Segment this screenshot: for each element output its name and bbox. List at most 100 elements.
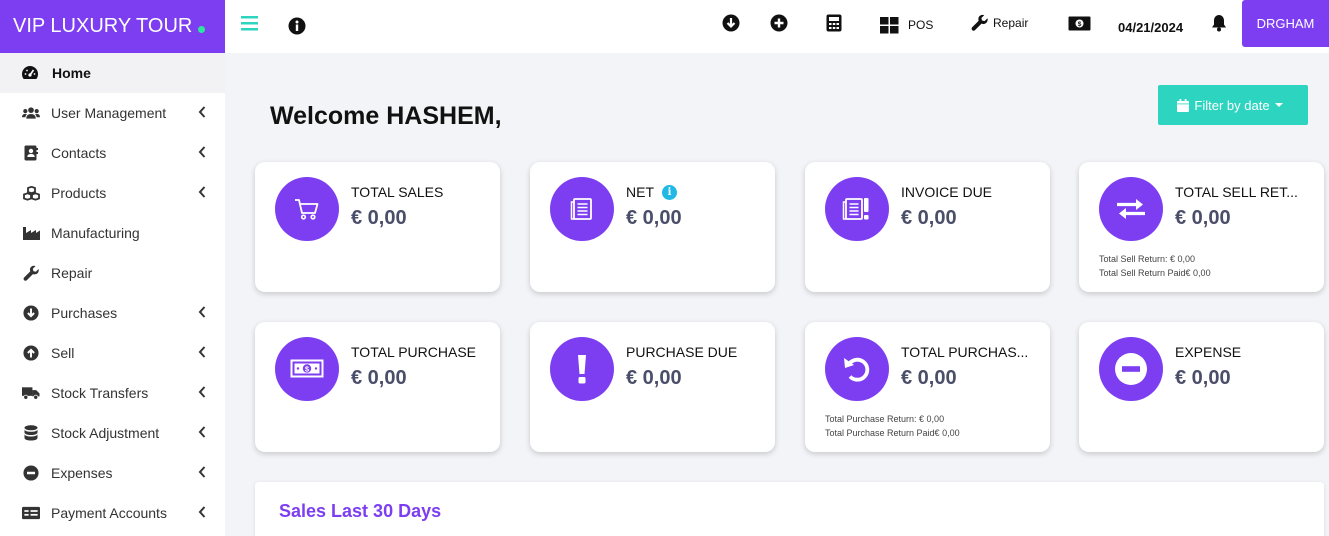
card-value: € 0,00: [1175, 207, 1231, 229]
current-date: 04/21/2024: [1118, 19, 1184, 35]
svg-text:$: $: [1078, 21, 1082, 28]
sidebar-item-label: Contacts: [51, 145, 107, 161]
page-title: Welcome HASHEM,: [270, 102, 502, 130]
sidebar-item-label: User Management: [51, 105, 167, 121]
card-value: € 0,00: [626, 207, 682, 229]
sidebar-item-payment-accounts[interactable]: Payment Accounts: [0, 493, 225, 533]
sales-chart-panel: Sales Last 30 Days: [255, 482, 1324, 536]
card-title: INVOICE DUE: [901, 184, 993, 200]
brand-logo[interactable]: VIP LUXURY TOUR: [0, 0, 225, 53]
chevron-left-icon: [198, 506, 206, 518]
card-title: TOTAL SELL RET...: [1175, 184, 1298, 200]
sidebar-item-label: Payment Accounts: [51, 505, 167, 521]
sidebar-item-home[interactable]: Home: [0, 53, 225, 93]
minus-circle-icon: [22, 464, 40, 482]
online-dot: [198, 26, 206, 33]
filter-label: Filter by date: [1194, 97, 1270, 113]
card-note: Total Purchase Return: € 0,00: [825, 414, 945, 424]
sidebar: Home User Management Contacts Products M…: [0, 53, 225, 536]
sidebar-item-label: Repair: [51, 265, 93, 281]
sidebar-item-label: Sell: [51, 345, 75, 361]
plus-circle-icon[interactable]: [770, 0, 788, 46]
card-title-row: NET i: [626, 184, 677, 200]
bell-icon[interactable]: [1211, 0, 1227, 46]
repair-button[interactable]: Repair: [971, 0, 1028, 46]
chevron-left-icon: [198, 146, 206, 158]
stat-card-total-purchase-return: TOTAL PURCHAS... € 0,00 Total Purchase R…: [805, 322, 1050, 452]
repair-label: Repair: [993, 16, 1029, 30]
card-value: € 0,00: [351, 367, 407, 389]
sidebar-item-label: Products: [51, 185, 107, 201]
arrow-up-circle-icon: [22, 344, 40, 362]
card-note: Total Sell Return: € 0,00: [1099, 254, 1196, 264]
sidebar-item-user-management[interactable]: User Management: [0, 93, 225, 133]
user-menu-button[interactable]: DRGHAM: [1242, 0, 1329, 47]
pos-button[interactable]: POS: [880, 2, 933, 48]
calculator-icon[interactable]: [826, 0, 842, 46]
stat-card-purchase-due: PURCHASE DUE € 0,00: [530, 322, 775, 452]
sidebar-item-manufacturing[interactable]: Manufacturing: [0, 213, 225, 253]
menu-icon[interactable]: [241, 0, 259, 46]
pos-label: POS: [908, 18, 934, 32]
chevron-left-icon: [198, 426, 206, 438]
industry-icon: [22, 224, 40, 242]
chevron-left-icon: [198, 386, 206, 398]
money-bill-icon: $: [275, 337, 339, 401]
card-title: TOTAL PURCHASE: [351, 344, 476, 360]
database-icon: [22, 424, 40, 442]
filter-by-date-button[interactable]: Filter by date: [1158, 85, 1308, 125]
date-display: 04/21/2024: [1118, 4, 1183, 50]
sidebar-item-stock-adjustment[interactable]: Stock Adjustment: [0, 413, 225, 453]
card-title: EXPENSE: [1175, 344, 1242, 360]
chart-panel-title: Sales Last 30 Days: [279, 501, 442, 521]
info-icon[interactable]: [288, 3, 306, 49]
info-icon[interactable]: i: [662, 184, 677, 200]
sidebar-item-expenses[interactable]: Expenses: [0, 453, 225, 493]
card-title: TOTAL SALES: [351, 184, 444, 200]
card-value: € 0,00: [901, 207, 957, 229]
card-title: NET: [626, 184, 654, 200]
chevron-left-icon: [198, 466, 206, 478]
chevron-left-icon: [198, 186, 206, 198]
card-note: Total Purchase Return Paid€ 0,00: [825, 428, 960, 438]
card-title: TOTAL PURCHAS...: [901, 344, 1029, 360]
wrench-icon: [971, 14, 988, 31]
stat-card-net: NET i € 0,00: [530, 162, 775, 292]
sidebar-item-label: Home: [52, 65, 91, 81]
sidebar-item-purchases[interactable]: Purchases: [0, 293, 225, 333]
sidebar-item-sell[interactable]: Sell: [0, 333, 225, 373]
stat-card-total-purchase: $ TOTAL PURCHASE € 0,00: [255, 322, 500, 452]
card-value: € 0,00: [351, 207, 407, 229]
arrow-down-circle-icon: [22, 304, 40, 322]
sidebar-item-products[interactable]: Products: [0, 173, 225, 213]
ledger-icon: [550, 177, 614, 241]
sidebar-item-label: Purchases: [51, 305, 118, 321]
dashboard-icon: [21, 64, 39, 82]
users-icon: [22, 104, 40, 122]
sidebar-item-label: Expenses: [51, 465, 113, 481]
top-navbar: POS Repair $ 04/21/2024 DRGHAM: [225, 0, 1329, 53]
caret-down-icon: [1274, 103, 1283, 107]
stat-card-invoice-due: INVOICE DUE € 0,00: [805, 162, 1050, 292]
undo-icon: [825, 337, 889, 401]
card-value: € 0,00: [1175, 367, 1231, 389]
wrench-icon: [22, 264, 40, 282]
card-value: € 0,00: [626, 367, 682, 389]
cart-icon: [275, 177, 339, 241]
exclamation-icon: [550, 337, 614, 401]
sidebar-item-contacts[interactable]: Contacts: [0, 133, 225, 173]
stat-card-total-sales: TOTAL SALES € 0,00: [255, 162, 500, 292]
card-value: € 0,00: [901, 367, 957, 389]
contact-card-icon: [22, 144, 40, 162]
exchange-icon: [1099, 177, 1163, 241]
sidebar-item-repair[interactable]: Repair: [0, 253, 225, 293]
stat-card-total-sell-return: TOTAL SELL RET... € 0,00 Total Sell Retu…: [1079, 162, 1324, 292]
download-icon[interactable]: [722, 0, 740, 46]
sidebar-item-stock-transfers[interactable]: Stock Transfers: [0, 373, 225, 413]
money-icon[interactable]: $: [1068, 0, 1091, 46]
invoice-alert-icon: [825, 177, 889, 241]
money-check-icon: [22, 504, 40, 522]
cubes-icon: [22, 184, 40, 202]
chevron-left-icon: [198, 106, 206, 118]
sidebar-item-label: Stock Adjustment: [51, 425, 160, 441]
